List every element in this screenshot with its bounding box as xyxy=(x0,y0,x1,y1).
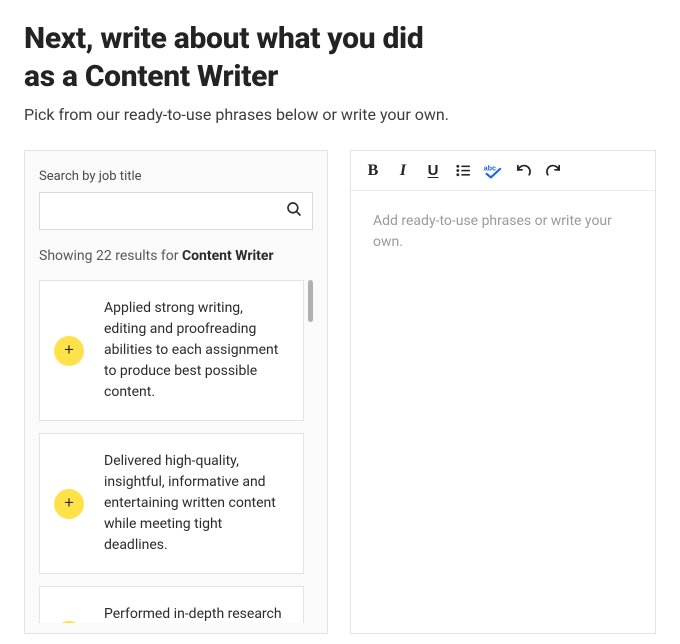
search-input[interactable] xyxy=(39,192,313,230)
phrase-card: + Applied strong writing, editing and pr… xyxy=(39,280,304,421)
redo-button[interactable] xyxy=(543,159,563,183)
phrase-card: + Performed in-depth research into topic… xyxy=(39,586,304,623)
bold-button[interactable]: B xyxy=(363,159,383,183)
editor-toolbar: B I U abc xyxy=(351,151,655,191)
results-term: Content Writer xyxy=(182,248,274,264)
editor-textarea[interactable]: Add ready-to-use phrases or write your o… xyxy=(351,191,655,633)
phrase-text: Delivered high-quality, insightful, info… xyxy=(104,451,287,556)
phrase-suggestions-panel: Search by job title Showing 22 results f… xyxy=(24,150,328,634)
search-wrap xyxy=(39,192,313,230)
undo-button[interactable] xyxy=(513,159,533,183)
search-label: Search by job title xyxy=(39,169,313,184)
italic-button[interactable]: I xyxy=(393,159,413,183)
title-line-2: as a Content Writer xyxy=(24,59,278,94)
spellcheck-button[interactable]: abc xyxy=(483,159,503,183)
underline-button[interactable]: U xyxy=(423,159,443,183)
page-title: Next, write about what you did as a Cont… xyxy=(24,20,656,95)
title-line-1: Next, write about what you did xyxy=(24,21,423,56)
phrase-text: Performed in-depth research into topics … xyxy=(104,604,287,623)
add-phrase-button[interactable]: + xyxy=(54,489,84,519)
svg-text:abc: abc xyxy=(484,164,496,172)
editor-panel: B I U abc xyxy=(350,150,656,634)
phrase-list: + Applied strong writing, editing and pr… xyxy=(39,280,313,623)
add-phrase-button[interactable]: + xyxy=(54,621,84,624)
page-subtitle: Pick from our ready-to-use phrases below… xyxy=(24,105,656,124)
phrase-card: + Delivered high-quality, insightful, in… xyxy=(39,433,304,574)
phrase-text: Applied strong writing, editing and proo… xyxy=(104,298,287,403)
results-summary: Showing 22 results for Content Writer xyxy=(39,248,313,264)
phrase-list-scroll: + Applied strong writing, editing and pr… xyxy=(39,280,313,623)
editor-placeholder: Add ready-to-use phrases or write your o… xyxy=(373,211,633,253)
scrollbar-thumb[interactable] xyxy=(308,280,313,322)
bullet-list-button[interactable] xyxy=(453,159,473,183)
add-phrase-button[interactable]: + xyxy=(54,336,84,366)
